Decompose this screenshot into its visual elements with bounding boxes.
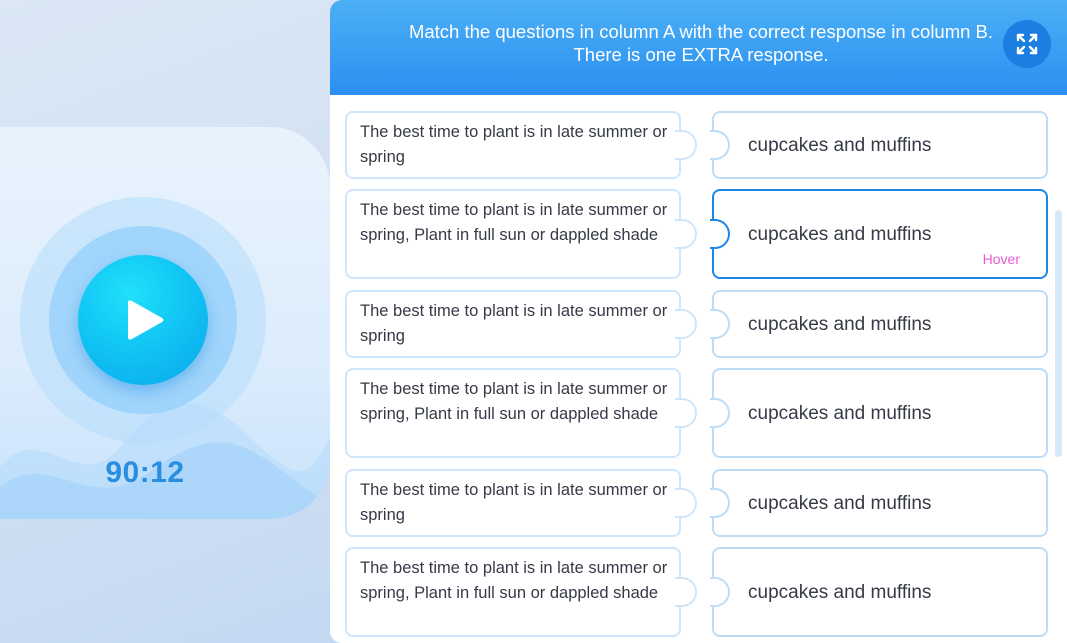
response-text: cupcakes and muffins (748, 493, 932, 514)
question-card: The best time to plant is in late summer… (345, 547, 681, 637)
question-connector-tab (675, 577, 697, 607)
scrollbar[interactable] (1055, 210, 1062, 457)
match-row: The best time to plant is in late summer… (330, 469, 1067, 537)
play-icon (128, 300, 164, 340)
response-text: cupcakes and muffins (748, 582, 932, 603)
question-text: The best time to plant is in late summer… (360, 201, 668, 244)
question-text: The best time to plant is in late summer… (360, 380, 668, 423)
response-text: cupcakes and muffins (748, 224, 932, 245)
match-row: The best time to plant is in late summer… (330, 368, 1067, 458)
card-header: Match the questions in column A with the… (330, 0, 1067, 95)
response-card[interactable]: cupcakes and muffins (712, 111, 1048, 179)
question-connector-tab (675, 488, 697, 518)
match-row: The best time to plant is in late summer… (330, 547, 1067, 637)
question-card: The best time to plant is in late summer… (345, 469, 681, 537)
question-connector-tab (675, 398, 697, 428)
match-row: The best time to plant is in late summer… (330, 290, 1067, 358)
question-connector-tab (675, 309, 697, 339)
question-card: The best time to plant is in late summer… (345, 189, 681, 279)
response-text: cupcakes and muffins (748, 314, 932, 335)
response-card[interactable]: cupcakes and muffins Hover (712, 189, 1048, 279)
hover-state-label: Hover (982, 251, 1020, 267)
question-card: The best time to plant is in late summer… (345, 368, 681, 458)
expand-button[interactable] (1003, 20, 1051, 68)
question-connector-tab (675, 219, 697, 249)
response-card[interactable]: cupcakes and muffins (712, 290, 1048, 358)
question-connector-tab (675, 130, 697, 160)
expand-icon (1016, 33, 1038, 55)
response-text: cupcakes and muffins (748, 135, 932, 156)
audio-player-panel: 90:12 (0, 127, 330, 519)
question-text: The best time to plant is in late summer… (360, 481, 668, 524)
question-card: The best time to plant is in late summer… (345, 290, 681, 358)
question-text: The best time to plant is in late summer… (360, 302, 668, 345)
response-card[interactable]: cupcakes and muffins (712, 547, 1048, 637)
question-text: The best time to plant is in late summer… (360, 123, 668, 166)
instruction-text: Match the questions in column A with the… (408, 21, 994, 65)
response-text: cupcakes and muffins (748, 403, 932, 424)
match-row: The best time to plant is in late summer… (330, 111, 1067, 179)
match-rows: The best time to plant is in late summer… (330, 95, 1067, 643)
question-text: The best time to plant is in late summer… (360, 559, 668, 602)
question-card: The best time to plant is in late summer… (345, 111, 681, 179)
response-card[interactable]: cupcakes and muffins (712, 368, 1048, 458)
response-card[interactable]: cupcakes and muffins (712, 469, 1048, 537)
match-row: The best time to plant is in late summer… (330, 189, 1067, 279)
play-button[interactable] (78, 255, 208, 385)
timer: 90:12 (105, 456, 185, 489)
matching-card: Match the questions in column A with the… (330, 0, 1067, 643)
